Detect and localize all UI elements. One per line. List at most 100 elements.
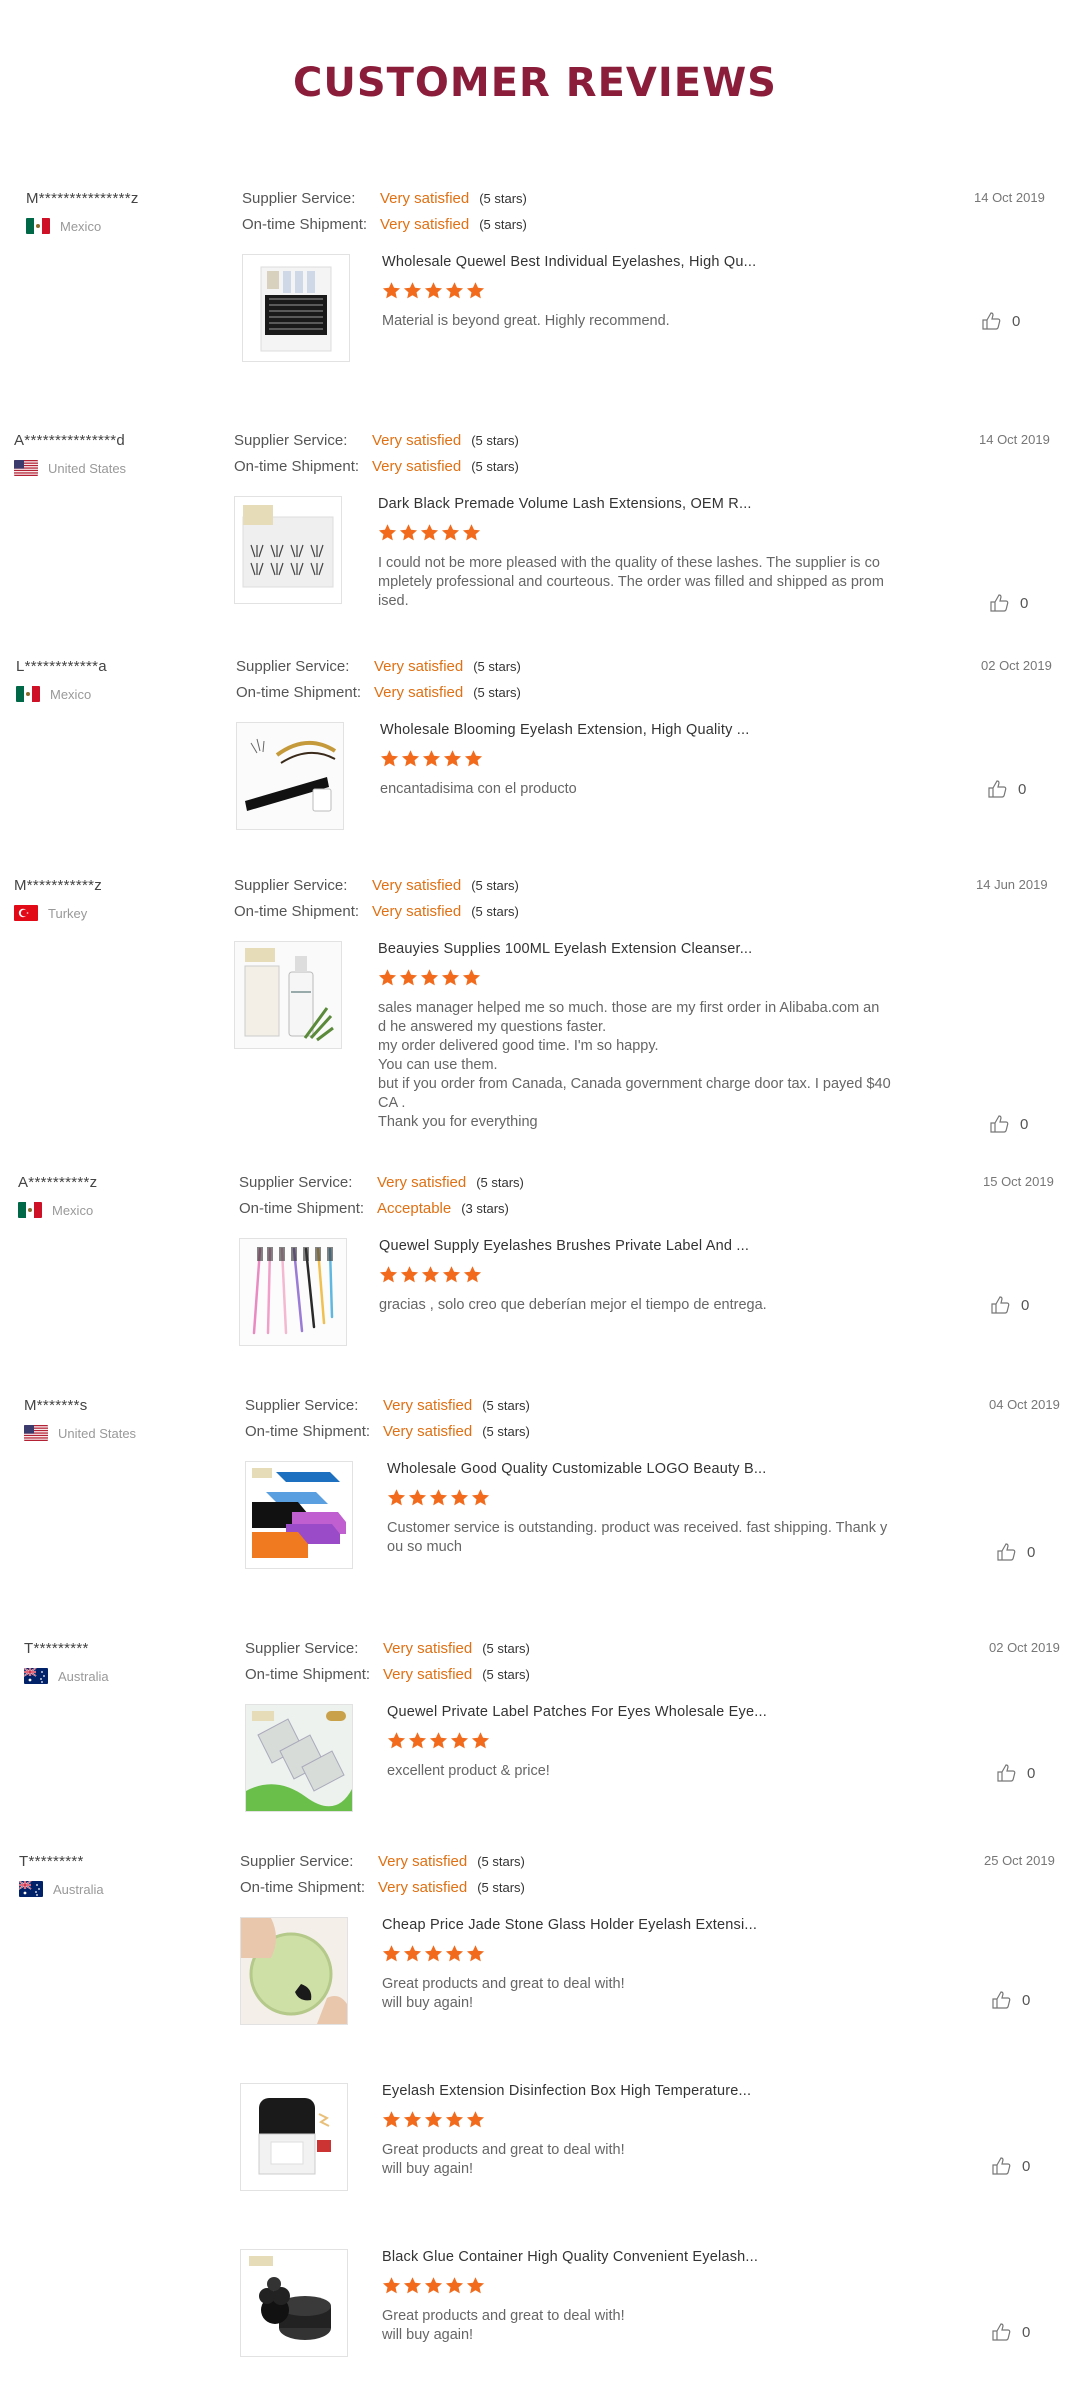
review-date: 15 Oct 2019 [983,1174,1054,1189]
like-button[interactable]: 0 [992,2157,1030,2175]
product-thumbnail[interactable] [234,496,342,604]
like-button[interactable]: 0 [997,1543,1035,1561]
thumbs-up-icon [990,594,1009,612]
product-title-link[interactable]: Quewel Private Label Patches For Eyes Wh… [387,1704,767,1720]
thumbs-up-icon [997,1764,1016,1782]
star-icon [403,2111,422,2128]
product-title-link[interactable]: Wholesale Blooming Eyelash Extension, Hi… [380,722,749,738]
brushes-icon [240,1239,346,1345]
review-date: 25 Oct 2019 [984,1853,1055,1868]
star-icon [382,2111,401,2128]
star-icon [378,969,397,986]
like-count: 0 [1022,2157,1031,2175]
star-icon [466,2111,485,2128]
buyer-country: Mexico [16,686,91,702]
supplier-service-row: Supplier Service: Very satisfied (5 stars) [234,432,519,449]
star-rating [380,749,483,768]
shipment-label: On-time Shipment: [245,1423,371,1440]
like-button[interactable]: 0 [988,780,1026,798]
supplier-service-label: Supplier Service: [234,432,348,449]
shipment-label: On-time Shipment: [245,1666,371,1683]
product-title-link[interactable]: Eyelash Extension Disinfection Box High … [382,2083,751,2099]
star-icon [400,1266,419,1283]
shipment-stars: (5 stars) [471,904,519,919]
product-entry: Wholesale Good Quality Customizable LOGO… [245,1461,1045,1581]
like-count: 0 [1022,2323,1031,2341]
review-comment: encantadisima con el producto [380,781,577,797]
product-thumbnail[interactable] [240,2249,348,2357]
like-button[interactable]: 0 [982,312,1020,330]
mexico-flag-icon [26,218,50,234]
product-thumbnail[interactable] [245,1461,353,1569]
star-icon [464,750,483,767]
star-icon [424,1945,443,1962]
product-thumbnail[interactable] [245,1704,353,1812]
star-icon [463,1266,482,1283]
page-title: CUSTOMER REVIEWS [292,60,777,106]
shipment-stars: (5 stars) [482,1667,530,1682]
like-button[interactable]: 0 [992,2323,1030,2341]
product-entry: Eyelash Extension Disinfection Box High … [240,2083,1040,2195]
thumbs-up-icon [982,312,1001,330]
like-button[interactable]: 0 [990,594,1028,612]
shipment-row: On-time Shipment: Very satisfied (5 stars) [234,903,519,920]
product-thumbnail[interactable] [236,722,344,830]
product-entry: Quewel Private Label Patches For Eyes Wh… [245,1704,1045,1816]
product-thumbnail[interactable] [239,1238,347,1346]
bed-covers-icon [246,1462,352,1568]
like-button[interactable]: 0 [990,1115,1028,1133]
like-button[interactable]: 0 [992,1991,1030,2009]
star-icon [441,524,460,541]
shipment-value: Very satisfied [372,458,462,475]
star-icon [382,2277,401,2294]
like-button[interactable]: 0 [997,1764,1035,1782]
australia-flag-icon [19,1881,43,1897]
product-thumbnail[interactable] [240,2083,348,2191]
like-button[interactable]: 0 [991,1296,1029,1314]
like-count: 0 [1027,1543,1036,1561]
review-comment: Great products and great to deal with! w… [382,2142,625,2177]
product-title-link[interactable]: Cheap Price Jade Stone Glass Holder Eyel… [382,1917,757,1933]
supplier-service-value: Very satisfied [378,1853,468,1870]
shipment-value: Very satisfied [383,1666,473,1683]
shipment-value: Very satisfied [380,216,470,233]
shipment-label: On-time Shipment: [236,684,362,701]
product-title-link[interactable]: Quewel Supply Eyelashes Brushes Private … [379,1238,749,1254]
shipment-value: Very satisfied [374,684,464,701]
star-icon [471,1732,490,1749]
star-icon [445,1945,464,1962]
review-comment: excellent product & price! [387,1763,550,1779]
product-thumbnail[interactable] [242,254,350,362]
mexico-flag-icon [16,686,40,702]
supplier-service-stars: (5 stars) [482,1641,530,1656]
product-title-link[interactable]: Beauyies Supplies 100ML Eyelash Extensio… [378,941,752,957]
country-label: United States [48,460,127,476]
buyer-country: Australia [24,1668,109,1684]
product-title-link[interactable]: Dark Black Premade Volume Lash Extension… [378,496,752,512]
shipment-row: On-time Shipment: Very satisfied (5 stars) [240,1879,525,1896]
product-title-link[interactable]: Wholesale Quewel Best Individual Eyelash… [382,254,756,270]
star-icon [442,1266,461,1283]
product-title-link[interactable]: Wholesale Good Quality Customizable LOGO… [387,1461,767,1477]
country-label: United States [58,1425,137,1441]
shipment-label: On-time Shipment: [234,903,360,920]
shipment-label: On-time Shipment: [240,1879,366,1896]
buyer-name: M*******s [24,1397,88,1414]
star-icon [408,1732,427,1749]
like-count: 0 [1018,780,1027,798]
shipment-row: On-time Shipment: Very satisfied (5 stars) [236,684,521,701]
australia-flag-icon [24,1668,48,1684]
product-title-link[interactable]: Black Glue Container High Quality Conven… [382,2249,758,2265]
like-count: 0 [1021,1296,1030,1314]
product-thumbnail[interactable] [234,941,342,1049]
product-thumbnail[interactable] [240,1917,348,2025]
like-count: 0 [1027,1764,1036,1782]
like-count: 0 [1020,1115,1029,1133]
supplier-service-stars: (5 stars) [473,659,521,674]
star-rating [378,968,481,987]
country-label: Mexico [50,686,92,702]
review-date: 14 Oct 2019 [979,432,1050,447]
star-icon [387,1489,406,1506]
buyer-country: Turkey [14,905,87,921]
star-rating [382,281,485,300]
